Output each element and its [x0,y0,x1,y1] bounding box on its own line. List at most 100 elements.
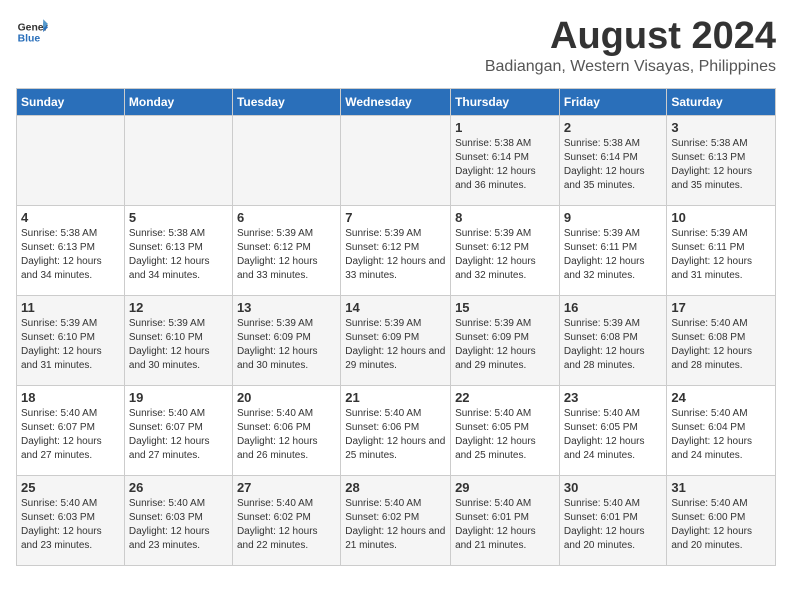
day-number: 14 [345,300,446,315]
day-info: Sunrise: 5:38 AM Sunset: 6:14 PM Dayligh… [564,137,663,193]
day-number: 9 [564,210,663,225]
day-info: Sunrise: 5:40 AM Sunset: 6:08 PM Dayligh… [671,317,771,373]
day-info: Sunrise: 5:39 AM Sunset: 6:10 PM Dayligh… [129,317,228,373]
day-number: 16 [564,300,663,315]
calendar-header-row: Sunday Monday Tuesday Wednesday Thursday… [17,88,776,115]
day-info: Sunrise: 5:39 AM Sunset: 6:12 PM Dayligh… [237,227,336,283]
table-row: 28 Sunrise: 5:40 AM Sunset: 6:02 PM Dayli… [341,475,451,565]
table-row: 16 Sunrise: 5:39 AM Sunset: 6:08 PM Dayli… [559,295,667,385]
table-row: 22 Sunrise: 5:40 AM Sunset: 6:05 PM Dayli… [451,385,560,475]
day-info: Sunrise: 5:40 AM Sunset: 6:07 PM Dayligh… [21,407,120,463]
day-number: 7 [345,210,446,225]
day-info: Sunrise: 5:40 AM Sunset: 6:02 PM Dayligh… [237,497,336,553]
table-row: 9 Sunrise: 5:39 AM Sunset: 6:11 PM Daylig… [559,205,667,295]
day-number: 10 [671,210,771,225]
day-info: Sunrise: 5:39 AM Sunset: 6:09 PM Dayligh… [345,317,446,373]
calendar-week-row: 4 Sunrise: 5:38 AM Sunset: 6:13 PM Daylig… [17,205,776,295]
day-number: 26 [129,480,228,495]
logo-icon: General Blue [16,16,48,48]
day-info: Sunrise: 5:38 AM Sunset: 6:13 PM Dayligh… [671,137,771,193]
header-tuesday: Tuesday [232,88,340,115]
day-info: Sunrise: 5:39 AM Sunset: 6:11 PM Dayligh… [671,227,771,283]
header-monday: Monday [124,88,232,115]
table-row: 14 Sunrise: 5:39 AM Sunset: 6:09 PM Dayli… [341,295,451,385]
day-info: Sunrise: 5:39 AM Sunset: 6:12 PM Dayligh… [345,227,446,283]
calendar-week-row: 1Sunrise: 5:38 AM Sunset: 6:14 PM Daylig… [17,115,776,205]
day-info: Sunrise: 5:38 AM Sunset: 6:13 PM Dayligh… [21,227,120,283]
table-row: 13Sunrise: 5:39 AM Sunset: 6:09 PM Dayli… [232,295,340,385]
logo: General Blue [16,16,48,48]
table-row: 8 Sunrise: 5:39 AM Sunset: 6:12 PM Daylig… [451,205,560,295]
day-number: 12 [129,300,228,315]
day-number: 15 [455,300,555,315]
table-row: 6 Sunrise: 5:39 AM Sunset: 6:12 PM Daylig… [232,205,340,295]
day-info: Sunrise: 5:40 AM Sunset: 6:01 PM Dayligh… [564,497,663,553]
table-row: 18Sunrise: 5:40 AM Sunset: 6:07 PM Dayli… [17,385,125,475]
location-subtitle: Badiangan, Western Visayas, Philippines [485,58,776,76]
day-number: 17 [671,300,771,315]
day-number: 30 [564,480,663,495]
table-row: 7 Sunrise: 5:39 AM Sunset: 6:12 PM Daylig… [341,205,451,295]
table-row: 4 Sunrise: 5:38 AM Sunset: 6:13 PM Daylig… [17,205,125,295]
day-info: Sunrise: 5:40 AM Sunset: 6:03 PM Dayligh… [21,497,120,553]
table-row: 27 Sunrise: 5:40 AM Sunset: 6:02 PM Dayli… [232,475,340,565]
header-thursday: Thursday [451,88,560,115]
table-row: 23 Sunrise: 5:40 AM Sunset: 6:05 PM Dayli… [559,385,667,475]
table-row: 12 Sunrise: 5:39 AM Sunset: 6:10 PM Dayli… [124,295,232,385]
calendar-table: Sunday Monday Tuesday Wednesday Thursday… [16,88,776,566]
calendar-week-row: 11 Sunrise: 5:39 AM Sunset: 6:10 PM Dayli… [17,295,776,385]
day-number: 27 [237,480,336,495]
day-info: Sunrise: 5:39 AM Sunset: 6:09 PM Dayligh… [455,317,555,373]
day-info: Sunrise: 5:40 AM Sunset: 6:05 PM Dayligh… [564,407,663,463]
table-row: 2 Sunrise: 5:38 AM Sunset: 6:14 PM Daylig… [559,115,667,205]
table-row: 25 Sunrise: 5:40 AM Sunset: 6:03 PM Dayli… [17,475,125,565]
day-number: 25 [21,480,120,495]
page-header: General Blue August 2024 Badiangan, West… [16,16,776,76]
day-info: Sunrise: 5:40 AM Sunset: 6:03 PM Dayligh… [129,497,228,553]
table-row: 31 Sunrise: 5:40 AM Sunset: 6:00 PM Dayli… [667,475,776,565]
svg-text:Blue: Blue [18,34,41,45]
day-info: Sunrise: 5:40 AM Sunset: 6:05 PM Dayligh… [455,407,555,463]
table-row: 24Sunrise: 5:40 AM Sunset: 6:04 PM Dayli… [667,385,776,475]
day-info: Sunrise: 5:40 AM Sunset: 6:06 PM Dayligh… [237,407,336,463]
day-number: 19 [129,390,228,405]
day-info: Sunrise: 5:40 AM Sunset: 6:00 PM Dayligh… [671,497,771,553]
table-row: 29 Sunrise: 5:40 AM Sunset: 6:01 PM Dayli… [451,475,560,565]
header-saturday: Saturday [667,88,776,115]
day-number: 28 [345,480,446,495]
day-info: Sunrise: 5:39 AM Sunset: 6:11 PM Dayligh… [564,227,663,283]
calendar-week-row: 25 Sunrise: 5:40 AM Sunset: 6:03 PM Dayli… [17,475,776,565]
day-info: Sunrise: 5:40 AM Sunset: 6:07 PM Dayligh… [129,407,228,463]
day-info: Sunrise: 5:40 AM Sunset: 6:02 PM Dayligh… [345,497,446,553]
title-area: August 2024 Badiangan, Western Visayas, … [485,16,776,76]
day-info: Sunrise: 5:39 AM Sunset: 6:08 PM Dayligh… [564,317,663,373]
day-number: 8 [455,210,555,225]
calendar-week-row: 18Sunrise: 5:40 AM Sunset: 6:07 PM Dayli… [17,385,776,475]
day-number: 6 [237,210,336,225]
table-row: 5Sunrise: 5:38 AM Sunset: 6:13 PM Daylig… [124,205,232,295]
table-row: 21Sunrise: 5:40 AM Sunset: 6:06 PM Dayli… [341,385,451,475]
day-info: Sunrise: 5:40 AM Sunset: 6:01 PM Dayligh… [455,497,555,553]
day-number: 29 [455,480,555,495]
day-number: 23 [564,390,663,405]
table-row: 19 Sunrise: 5:40 AM Sunset: 6:07 PM Dayli… [124,385,232,475]
day-info: Sunrise: 5:38 AM Sunset: 6:14 PM Dayligh… [455,137,555,193]
day-number: 22 [455,390,555,405]
day-number: 20 [237,390,336,405]
day-info: Sunrise: 5:39 AM Sunset: 6:12 PM Dayligh… [455,227,555,283]
table-row: 10 Sunrise: 5:39 AM Sunset: 6:11 PM Dayli… [667,205,776,295]
table-row [17,115,125,205]
table-row [124,115,232,205]
day-number: 11 [21,300,120,315]
day-number: 3 [671,120,771,135]
day-number: 4 [21,210,120,225]
table-row: 11 Sunrise: 5:39 AM Sunset: 6:10 PM Dayli… [17,295,125,385]
day-number: 31 [671,480,771,495]
table-row: 17 Sunrise: 5:40 AM Sunset: 6:08 PM Dayli… [667,295,776,385]
day-number: 2 [564,120,663,135]
table-row: 3 Sunrise: 5:38 AM Sunset: 6:13 PM Daylig… [667,115,776,205]
day-info: Sunrise: 5:39 AM Sunset: 6:10 PM Dayligh… [21,317,120,373]
header-friday: Friday [559,88,667,115]
day-info: Sunrise: 5:40 AM Sunset: 6:04 PM Dayligh… [671,407,771,463]
table-row [232,115,340,205]
